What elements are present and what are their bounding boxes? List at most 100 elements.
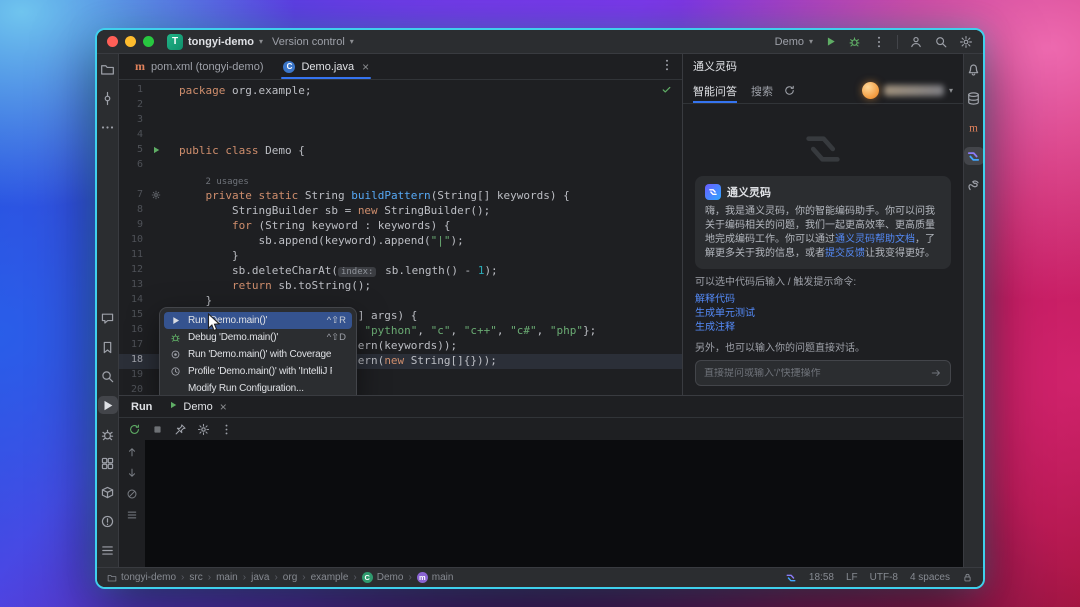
code-line[interactable]: 9 for (String keyword : keywords) { xyxy=(119,219,682,234)
minimize-window-button[interactable] xyxy=(125,36,136,47)
close-window-button[interactable] xyxy=(107,36,118,47)
editor-tab[interactable]: CDemo.java× xyxy=(273,54,379,79)
scroll-to-top-button[interactable] xyxy=(126,446,138,458)
ai-command-link[interactable]: 解释代码 xyxy=(695,293,951,307)
ai-doc-link[interactable]: 通义灵码帮助文档 xyxy=(835,234,915,245)
problems-icon[interactable] xyxy=(98,512,118,530)
code-line[interactable]: 1package org.example; xyxy=(119,84,682,99)
stop-button[interactable] xyxy=(151,423,164,436)
breadcrumb-item[interactable]: org xyxy=(283,572,297,583)
find-icon[interactable] xyxy=(98,367,118,385)
ai-doc-link[interactable]: 提交反馈 xyxy=(825,248,865,259)
maven-icon: m xyxy=(135,59,145,74)
ai-input-container xyxy=(695,360,951,386)
tongyi-icon[interactable] xyxy=(964,147,984,165)
code-line[interactable]: 5public class Demo { xyxy=(119,144,682,159)
settings-gear-icon[interactable] xyxy=(959,35,973,49)
code-line[interactable]: 3 xyxy=(119,114,682,129)
gradle-icon[interactable] xyxy=(964,176,984,194)
editor-tab[interactable]: mpom.xml (tongyi-demo) xyxy=(125,54,273,79)
code-line[interactable]: 6 xyxy=(119,159,682,174)
code-line[interactable]: 4 xyxy=(119,129,682,144)
code-line[interactable]: 2 usages xyxy=(119,174,682,189)
context-menu-item[interactable]: Run 'Demo.main()' with Coverage xyxy=(164,346,352,363)
user-account-icon[interactable] xyxy=(909,35,923,49)
breadcrumb-item[interactable]: CDemo xyxy=(362,572,404,583)
scroll-to-bottom-button[interactable] xyxy=(126,467,138,479)
bookmarks-icon[interactable] xyxy=(98,338,118,356)
method-gutter-icon[interactable] xyxy=(151,190,161,200)
breadcrumb-item[interactable]: src xyxy=(189,572,202,583)
editor[interactable]: 1package org.example;2345public class De… xyxy=(119,80,682,395)
file-encoding[interactable]: UTF-8 xyxy=(870,572,898,583)
debug-icon[interactable] xyxy=(98,425,118,443)
send-icon[interactable] xyxy=(930,367,942,379)
ai-content: 通义灵码 嗨，我是通义灵码，你的智能编码助手。你可以问我关于编码相关的问题，我们… xyxy=(683,104,963,354)
ai-command-link[interactable]: 生成单元测试 xyxy=(695,307,951,321)
run-config-widget[interactable]: Demo ▾ xyxy=(775,36,813,48)
run-process-tab[interactable]: Demo × xyxy=(168,400,226,414)
zoom-window-button[interactable] xyxy=(143,36,154,47)
ai-chat-input[interactable] xyxy=(704,368,924,379)
context-menu-item[interactable]: Run 'Demo.main()'^⇧R xyxy=(164,312,352,329)
code-line[interactable]: 7 private static String buildPattern(Str… xyxy=(119,189,682,204)
packages-icon[interactable] xyxy=(98,483,118,501)
context-menu-item[interactable]: Profile 'Demo.main()' with 'IntelliJ Pro… xyxy=(164,363,352,380)
tab-options-icon[interactable] xyxy=(660,58,682,75)
more-icon[interactable] xyxy=(98,118,118,136)
ai-chat-icon[interactable] xyxy=(98,309,118,327)
run-button[interactable] xyxy=(824,35,837,48)
code-line[interactable]: 8 StringBuilder sb = new StringBuilder()… xyxy=(119,204,682,219)
context-menu-item[interactable]: Modify Run Configuration... xyxy=(164,380,352,395)
breadcrumb-item[interactable]: main xyxy=(216,572,238,583)
breadcrumb-item[interactable]: tongyi-demo xyxy=(107,572,176,583)
ai-tab[interactable]: 智能问答 xyxy=(693,78,737,103)
code-line[interactable]: 10 sb.append(keyword).append("|"); xyxy=(119,234,682,249)
close-tab-icon[interactable]: × xyxy=(362,60,369,74)
commit-icon[interactable] xyxy=(98,89,118,107)
ai-tab[interactable]: 搜索 xyxy=(751,78,773,103)
menu-item-label: Modify Run Configuration... xyxy=(188,383,332,394)
run-panel-title[interactable]: Run xyxy=(131,401,152,413)
run-icon[interactable] xyxy=(98,396,118,414)
console-options-button[interactable] xyxy=(126,509,138,521)
console-settings-icon[interactable] xyxy=(197,423,210,436)
project-icon[interactable] xyxy=(98,60,118,78)
code-line[interactable]: 12 sb.deleteCharAt(index: sb.length() - … xyxy=(119,264,682,279)
services-icon[interactable] xyxy=(98,454,118,472)
pin-button[interactable] xyxy=(174,423,187,436)
rerun-button[interactable] xyxy=(128,423,141,436)
user-account[interactable]: ▾ xyxy=(862,82,953,99)
code-line[interactable]: 2 xyxy=(119,99,682,114)
more-actions-icon[interactable] xyxy=(872,35,886,49)
lock-icon[interactable] xyxy=(962,572,973,583)
run-class-gutter-icon[interactable] xyxy=(151,145,161,155)
maven-icon[interactable]: m xyxy=(964,118,984,136)
database-icon[interactable] xyxy=(964,89,984,107)
more-tools-icon[interactable] xyxy=(98,541,118,559)
notifications-icon[interactable] xyxy=(964,60,984,78)
tongyi-status-icon[interactable] xyxy=(785,572,797,584)
context-menu-item[interactable]: Debug 'Demo.main()'^⇧D xyxy=(164,329,352,346)
inspections-ok-icon[interactable] xyxy=(661,84,672,98)
code-line[interactable]: 13 return sb.toString(); xyxy=(119,279,682,294)
line-separator[interactable]: LF xyxy=(846,572,858,583)
run-console[interactable] xyxy=(145,440,963,567)
menu-item-label: Profile 'Demo.main()' with 'IntelliJ Pro… xyxy=(188,366,332,377)
search-icon[interactable] xyxy=(934,35,948,49)
debug-button[interactable] xyxy=(848,35,861,48)
indent-setting[interactable]: 4 spaces xyxy=(910,572,950,583)
more-options-icon[interactable] xyxy=(220,423,233,436)
caret-position[interactable]: 18:58 xyxy=(809,572,834,583)
close-tab-icon[interactable]: × xyxy=(220,400,227,414)
breadcrumb-item[interactable]: mmain xyxy=(417,572,454,583)
project-widget[interactable]: T tongyi-demo ▾ xyxy=(167,34,263,50)
breadcrumb-item[interactable]: java xyxy=(251,572,269,583)
code-line[interactable]: 11 } xyxy=(119,249,682,264)
ai-panel-title: 通义灵码 xyxy=(693,58,737,74)
clear-console-button[interactable] xyxy=(126,488,138,500)
breadcrumb-item[interactable]: example xyxy=(311,572,349,583)
vcs-widget[interactable]: Version control ▾ xyxy=(272,36,354,48)
refresh-icon[interactable] xyxy=(783,84,796,97)
ai-command-link[interactable]: 生成注释 xyxy=(695,321,951,335)
